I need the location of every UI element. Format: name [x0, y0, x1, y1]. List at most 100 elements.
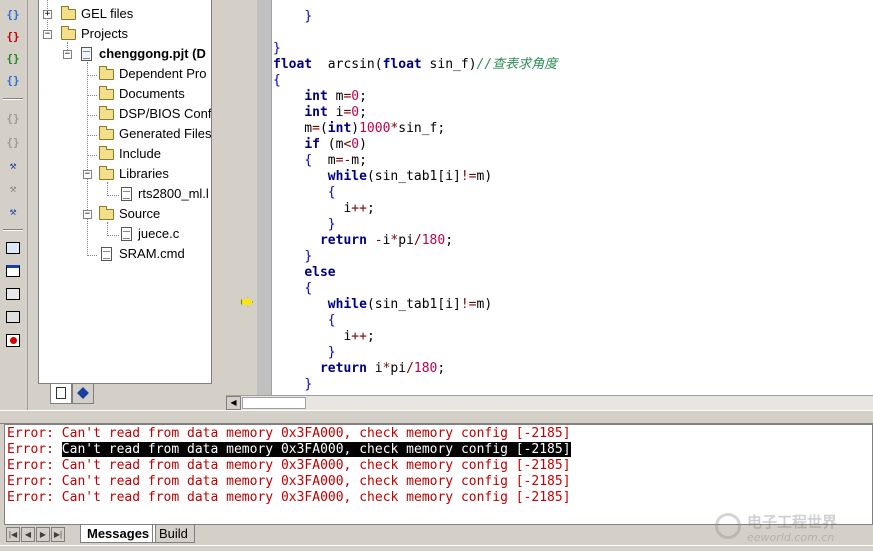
step-over-icon[interactable]: {}	[3, 133, 23, 153]
splitter[interactable]	[0, 410, 873, 424]
code-line[interactable]: float arcsin(float sin_f)//查表求角度	[273, 57, 557, 73]
bookmarks-tab[interactable]	[72, 384, 94, 404]
code-line[interactable]: }	[273, 249, 312, 265]
folder-open-icon	[99, 206, 114, 220]
code-line[interactable]: while(sin_tab1[i]!=m)	[273, 169, 492, 185]
folder-icon	[99, 66, 114, 80]
expand-icon[interactable]: +	[43, 10, 52, 19]
code-line[interactable]: {	[273, 73, 281, 89]
project-tree: + GEL files − Projects − chenggong.pjt (…	[38, 0, 212, 384]
tree-item-projects[interactable]: Projects	[81, 24, 128, 44]
tree-item-documents[interactable]: Documents	[119, 84, 185, 104]
registers-icon[interactable]	[3, 285, 23, 305]
code-line[interactable]: int i=0;	[273, 105, 367, 121]
code-line[interactable]: }	[273, 9, 312, 25]
tree-tabs	[38, 384, 212, 408]
breakpoint-icon[interactable]	[3, 331, 23, 351]
output-line[interactable]: Error: Can't read from data memory 0x3FA…	[7, 458, 571, 474]
tree-item-libraries[interactable]: Libraries	[119, 164, 169, 184]
tree-item-rts-lib[interactable]: rts2800_ml.l	[138, 184, 209, 204]
step-into-icon[interactable]: {}	[3, 109, 23, 129]
next-tab-icon[interactable]: ▶	[36, 527, 50, 542]
code-line[interactable]: }	[273, 217, 336, 233]
error-message: Can't read from data memory 0x3FA000, ch…	[61, 426, 571, 441]
tab-messages[interactable]: Messages	[80, 525, 157, 543]
code-editor[interactable]: }} float arcsin(float sin_f)//查表求角度{ int …	[272, 0, 873, 395]
breakpoint-gutter[interactable]	[241, 0, 272, 395]
code-line[interactable]: return -i*pi/180;	[273, 233, 453, 249]
tab-build[interactable]: Build	[152, 525, 195, 543]
tree-item-dspbios[interactable]: DSP/BIOS Conf	[119, 104, 211, 124]
output-line[interactable]: Error: Can't read from data memory 0x3FA…	[7, 490, 571, 506]
scroll-thumb[interactable]	[242, 397, 306, 409]
collapse-icon[interactable]: −	[63, 50, 72, 59]
code-line[interactable]: i++;	[273, 329, 374, 345]
collapse-icon[interactable]: −	[83, 170, 92, 179]
output-line[interactable]: Error: Can't read from data memory 0x3FA…	[7, 426, 571, 442]
file-view-tab[interactable]	[50, 384, 72, 404]
watermark-text: 电子工程世界	[747, 513, 838, 531]
file-icon	[121, 227, 132, 241]
watch-icon[interactable]	[3, 239, 23, 259]
tree-item-generated[interactable]: Generated Files	[119, 124, 211, 144]
code-line[interactable]: m=(int)1000*sin_f;	[273, 121, 445, 137]
code-comment: //查表求角度	[476, 57, 558, 72]
scroll-left-icon[interactable]: ◀	[226, 396, 241, 410]
braces-icon[interactable]: {}	[3, 5, 23, 25]
tree-item-gel-files[interactable]: GEL files	[81, 4, 133, 24]
file-icon	[101, 247, 112, 261]
last-tab-icon[interactable]: ▶|	[51, 527, 65, 542]
error-prefix: Error:	[7, 474, 62, 489]
tree-item-dependent[interactable]: Dependent Pro	[119, 64, 206, 84]
tree-item-sram-cmd[interactable]: SRAM.cmd	[119, 244, 185, 264]
editor-hscrollbar[interactable]: ◀	[226, 395, 873, 410]
code-line[interactable]: {	[273, 281, 312, 297]
watermark-logo: 电子工程世界 eeworld.com.cn	[715, 509, 865, 549]
folder-icon	[61, 6, 76, 20]
folder-icon	[99, 146, 114, 160]
collapse-icon[interactable]: −	[43, 30, 52, 39]
disassembly-icon[interactable]	[3, 308, 23, 328]
output-line[interactable]: Error: Can't read from data memory 0x3FA…	[7, 442, 571, 458]
error-message: Can't read from data memory 0x3FA000, ch…	[61, 490, 571, 505]
braces-run-icon[interactable]: {}	[3, 49, 23, 69]
collapse-icon[interactable]: −	[83, 210, 92, 219]
tree-item-include[interactable]: Include	[119, 144, 161, 164]
tree-item-source[interactable]: Source	[119, 204, 160, 224]
editor-margin	[226, 0, 257, 395]
output-line[interactable]: Error: Can't read from data memory 0x3FA…	[7, 474, 571, 490]
folder-icon	[99, 106, 114, 120]
error-prefix: Error:	[7, 490, 62, 505]
code-line[interactable]: int m=0;	[273, 89, 367, 105]
first-tab-icon[interactable]: |◀	[6, 527, 20, 542]
run-cursor-icon[interactable]: ⚒	[3, 179, 23, 199]
error-prefix: Error:	[7, 442, 62, 457]
prev-tab-icon[interactable]: ◀	[21, 527, 35, 542]
braces-step-icon[interactable]: {}	[3, 71, 23, 91]
error-message: Can't read from data memory 0x3FA000, ch…	[61, 442, 571, 457]
code-line[interactable]: while(sin_tab1[i]!=m)	[273, 297, 492, 313]
code-line[interactable]: else	[273, 265, 335, 281]
folder-open-icon	[99, 166, 114, 180]
tree-item-juece[interactable]: juece.c	[138, 224, 179, 244]
code-line[interactable]: {	[273, 313, 336, 329]
memory-icon[interactable]	[3, 262, 23, 282]
run-icon[interactable]: ⚒	[3, 156, 23, 176]
code-line[interactable]: i++;	[273, 201, 374, 217]
code-line[interactable]: }	[273, 377, 312, 393]
file-icon	[121, 187, 132, 201]
tree-item-project[interactable]: chenggong.pjt (D	[99, 44, 206, 64]
folder-icon	[99, 126, 114, 140]
error-prefix: Error:	[7, 458, 62, 473]
code-line[interactable]: return i*pi/180;	[273, 361, 445, 377]
folder-icon	[99, 86, 114, 100]
code-line[interactable]: }	[273, 345, 336, 361]
project-icon	[81, 47, 92, 61]
braces-red-icon[interactable]: {}	[3, 27, 23, 47]
folder-open-icon	[61, 26, 76, 40]
code-line[interactable]: { m=-m;	[273, 153, 367, 169]
code-line[interactable]: if (m<0)	[273, 137, 367, 153]
code-line[interactable]: }	[273, 41, 281, 57]
animate-icon[interactable]: ⚒	[3, 202, 23, 222]
code-line[interactable]: {	[273, 185, 336, 201]
